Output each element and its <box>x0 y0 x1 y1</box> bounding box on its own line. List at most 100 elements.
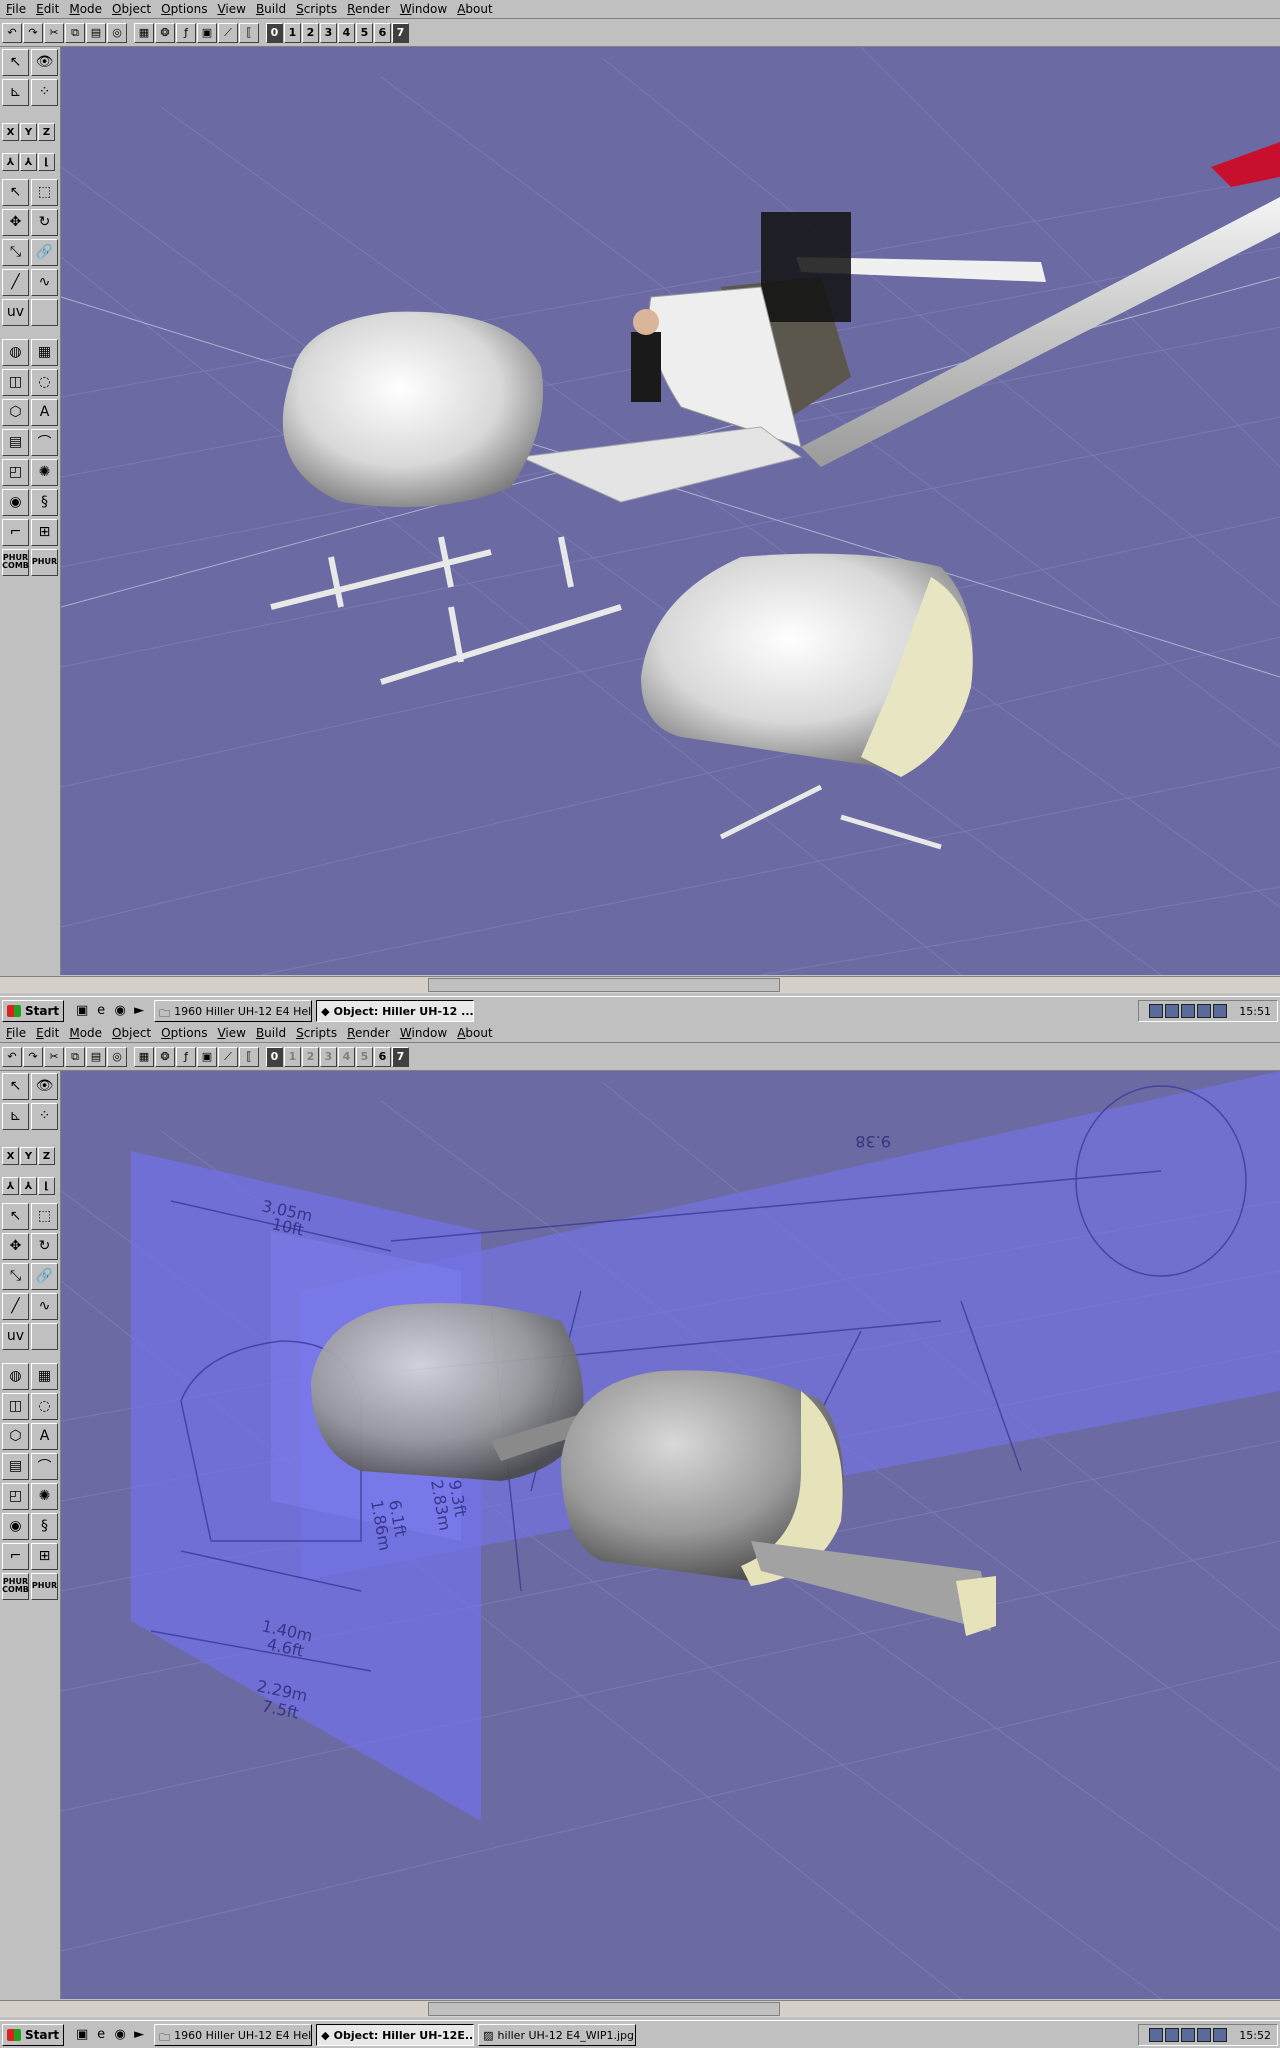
grid-icon[interactable]: ▦ <box>134 22 154 43</box>
align-icon[interactable]: ⅄ <box>2 153 19 171</box>
axis-z-button[interactable]: Z <box>38 1147 55 1165</box>
menu-render[interactable]: Render <box>343 0 396 18</box>
rotate-icon[interactable]: ↻ <box>31 208 58 236</box>
menu-edit[interactable]: Edit <box>32 0 65 18</box>
grid-icon[interactable]: ▦ <box>134 1046 154 1067</box>
spiral-icon[interactable]: § <box>31 488 58 516</box>
box-icon[interactable]: ◰ <box>2 458 29 486</box>
marquee-icon[interactable]: ⬚ <box>31 178 58 206</box>
table-icon[interactable]: ▤ <box>2 428 29 456</box>
eye-tool-icon[interactable]: ◉ <box>2 488 29 516</box>
menu-scripts[interactable]: Scripts <box>292 0 343 18</box>
step-icon[interactable]: ⌐ <box>2 518 29 546</box>
align-3-icon[interactable]: ⌊ <box>38 1177 55 1195</box>
tray-icon[interactable] <box>1149 1004 1164 1018</box>
points-icon[interactable]: ⁘ <box>31 78 58 106</box>
menu-file[interactable]: File <box>2 1024 32 1042</box>
line-icon[interactable]: ╱ <box>2 1292 29 1320</box>
undo-icon[interactable]: ↶ <box>2 22 22 43</box>
redo-icon[interactable]: ↷ <box>23 22 43 43</box>
curve-icon[interactable]: ∿ <box>31 268 58 296</box>
tray-icon[interactable] <box>1197 2028 1212 2042</box>
menu-about[interactable]: About <box>453 1024 499 1042</box>
sphere-icon[interactable]: ◍ <box>2 1362 29 1390</box>
menu-file[interactable]: File <box>2 0 32 18</box>
render-icon[interactable]: ❂ <box>155 22 175 43</box>
hexagon-icon[interactable]: ⬡ <box>2 1422 29 1450</box>
desktop-icon[interactable]: ▣ <box>74 1003 90 1019</box>
menu-edit[interactable]: Edit <box>32 1024 65 1042</box>
horizontal-scrollbar[interactable] <box>0 2000 1280 2017</box>
3d-viewport[interactable] <box>61 47 1280 975</box>
bracket-icon[interactable]: ⟦ <box>239 1046 259 1067</box>
task-image[interactable]: ▨hiller UH-12 E4_WIP1.jpg -... <box>478 2024 637 2046</box>
gear-icon[interactable]: ✺ <box>31 458 58 486</box>
select-arrow-icon[interactable]: ↖ <box>2 48 29 76</box>
layer-3-button[interactable]: 3 <box>320 1046 337 1067</box>
curve-icon[interactable]: ∿ <box>31 1292 58 1320</box>
layer-6-button[interactable]: 6 <box>374 22 391 43</box>
layer-7-button[interactable]: 7 <box>392 1046 409 1067</box>
cube-icon[interactable]: ▦ <box>31 338 58 366</box>
grid-tool-icon[interactable]: ⊞ <box>31 1542 58 1570</box>
cut-icon[interactable]: ✂ <box>44 22 64 43</box>
render-icon[interactable]: ❂ <box>155 1046 175 1067</box>
menu-options[interactable]: Options <box>157 0 213 18</box>
menu-mode[interactable]: Mode <box>65 0 108 18</box>
menu-about[interactable]: About <box>453 0 499 18</box>
grid-tool-icon[interactable]: ⊞ <box>31 518 58 546</box>
tray-icon[interactable] <box>1213 2028 1228 2042</box>
layer-6-button[interactable]: 6 <box>374 1046 391 1067</box>
outlook-icon[interactable]: ◉ <box>112 1003 128 1019</box>
select-arrow-icon[interactable]: ↖ <box>2 1072 29 1100</box>
media-icon[interactable]: ► <box>131 2027 147 2043</box>
image-icon[interactable]: ▣ <box>197 22 217 43</box>
tray-icon[interactable] <box>1197 1004 1212 1018</box>
arch-icon[interactable]: ⌒ <box>31 428 58 456</box>
rotate-icon[interactable]: ↻ <box>31 1232 58 1260</box>
bracket-icon[interactable]: ⟦ <box>239 22 259 43</box>
task-folder[interactable]: 🗀1960 Hiller UH-12 E4 Helic... <box>154 2024 313 2046</box>
paste-icon[interactable]: ▤ <box>86 1046 106 1067</box>
blank-tool[interactable] <box>31 298 58 326</box>
layer-7-button[interactable]: 7 <box>392 22 409 43</box>
chart-icon[interactable]: ⟋ <box>218 1046 238 1067</box>
eye-tool-icon[interactable]: ◉ <box>2 1512 29 1540</box>
3d-viewport[interactable]: 3.05m 10ft 2.83m 9.3ft 1.86m 6.1ft 1.40m… <box>61 1071 1280 1999</box>
globe-icon[interactable]: ◎ <box>107 1046 127 1067</box>
outlook-icon[interactable]: ◉ <box>112 2027 128 2043</box>
scroll-thumb[interactable] <box>428 2002 780 2016</box>
menu-view[interactable]: View <box>213 0 251 18</box>
line-icon[interactable]: ╱ <box>2 268 29 296</box>
link-icon[interactable]: 🔗 <box>31 1262 58 1290</box>
tray-icon[interactable] <box>1165 1004 1180 1018</box>
axis-y-button[interactable]: Y <box>20 123 37 141</box>
layer-0-button[interactable]: 0 <box>266 22 283 43</box>
layer-4-button[interactable]: 4 <box>338 22 355 43</box>
link-icon[interactable]: 🔗 <box>31 238 58 266</box>
axis-x-button[interactable]: X <box>2 1147 19 1165</box>
layer-5-button[interactable]: 5 <box>356 1046 373 1067</box>
torus-icon[interactable]: ◌ <box>31 1392 58 1420</box>
phur-button[interactable]: PHUR <box>31 1572 58 1600</box>
tray-icon[interactable] <box>1181 1004 1196 1018</box>
cylinder-icon[interactable]: ◫ <box>2 368 29 396</box>
uv-button[interactable]: uv <box>2 1322 29 1350</box>
task-object[interactable]: ◆ Object: Hiller UH-12E... <box>316 2024 475 2046</box>
axis-icon[interactable]: ⊾ <box>2 78 29 106</box>
sphere-icon[interactable]: ◍ <box>2 338 29 366</box>
menu-scripts[interactable]: Scripts <box>292 1024 343 1042</box>
phur-button[interactable]: PHUR <box>31 548 58 576</box>
axis-x-button[interactable]: X <box>2 123 19 141</box>
torus-icon[interactable]: ◌ <box>31 368 58 396</box>
spiral-icon[interactable]: § <box>31 1512 58 1540</box>
script-icon[interactable]: ƒ <box>176 1046 196 1067</box>
tray-icon[interactable] <box>1213 1004 1228 1018</box>
menu-build[interactable]: Build <box>252 0 292 18</box>
layer-3-button[interactable]: 3 <box>320 22 337 43</box>
copy-icon[interactable]: ⧉ <box>65 22 85 43</box>
select-arrow-icon[interactable]: ↖ <box>2 1202 29 1230</box>
eye-icon[interactable]: 👁 <box>31 48 58 76</box>
phur-comb-button[interactable]: PHUR COMB <box>2 1572 29 1600</box>
chart-icon[interactable]: ⟋ <box>218 22 238 43</box>
